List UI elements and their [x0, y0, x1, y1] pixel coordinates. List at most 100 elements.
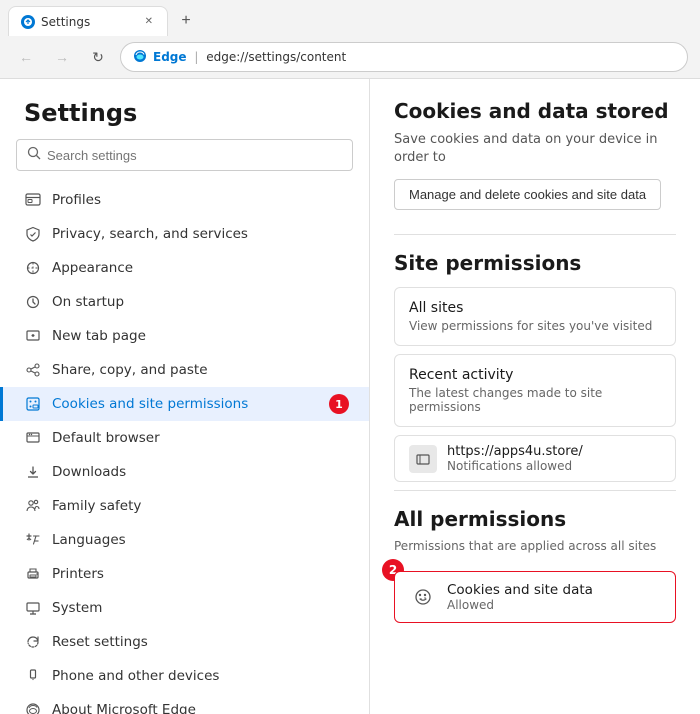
badge-1: 1	[329, 394, 349, 414]
sidebar-label-profiles: Profiles	[52, 192, 101, 208]
edge-logo-icon	[133, 49, 147, 66]
reset-icon	[24, 633, 42, 651]
languages-icon	[24, 531, 42, 549]
address-suffix: /content	[296, 50, 346, 64]
sidebar-label-system: System	[52, 600, 102, 616]
cookies-section-title: Cookies and data stored	[394, 99, 676, 123]
recent-activity-desc: The latest changes made to site permissi…	[409, 386, 661, 414]
sidebar-label-reset: Reset settings	[52, 634, 148, 650]
sidebar-item-onstartup[interactable]: On startup	[0, 285, 369, 319]
sidebar-label-cookies: Cookies and site permissions	[52, 396, 248, 412]
sidebar-item-about[interactable]: About Microsoft Edge	[0, 693, 369, 714]
sidebar-label-languages: Languages	[52, 532, 126, 548]
site-favicon-icon	[409, 445, 437, 473]
all-permissions-desc: Permissions that are applied across all …	[394, 539, 676, 553]
cookies-icon	[24, 395, 42, 413]
recent-activity-title: Recent activity	[409, 367, 661, 383]
sidebar-label-printers: Printers	[52, 566, 104, 582]
sidebar-item-family[interactable]: Family safety	[0, 489, 369, 523]
perm-title: Cookies and site data	[447, 582, 593, 598]
profiles-icon	[24, 191, 42, 209]
main-content: Cookies and data stored Save cookies and…	[370, 79, 700, 714]
family-icon	[24, 497, 42, 515]
share-icon	[24, 361, 42, 379]
browser-chrome: Settings ✕ + ← → ↻ Edge | edge://setting…	[0, 0, 700, 79]
recent-site-item[interactable]: https://apps4u.store/ Notifications allo…	[394, 435, 676, 482]
onstartup-icon	[24, 293, 42, 311]
sidebar-label-privacy: Privacy, search, and services	[52, 226, 248, 242]
cookies-data-icon	[409, 583, 437, 611]
sidebar-item-printers[interactable]: Printers	[0, 557, 369, 591]
sidebar-item-phone[interactable]: Phone and other devices	[0, 659, 369, 693]
sidebar-item-downloads[interactable]: Downloads	[0, 455, 369, 489]
sidebar-label-downloads: Downloads	[52, 464, 126, 480]
perm-item-wrapper: 2 Cookies and site data Allowed	[394, 571, 676, 631]
site-url: https://apps4u.store/	[447, 444, 583, 459]
tab-favicon	[21, 15, 35, 29]
forward-button[interactable]: →	[48, 43, 76, 71]
address-scheme: edge://	[206, 50, 248, 64]
nav-list: Profiles Privacy, search, and services A…	[0, 183, 369, 714]
sidebar-item-profiles[interactable]: Profiles	[0, 183, 369, 217]
search-input[interactable]	[47, 148, 342, 163]
sidebar-item-appearance[interactable]: Appearance	[0, 251, 369, 285]
sidebar-label-appearance: Appearance	[52, 260, 133, 276]
sidebar-item-cookies[interactable]: Cookies and site permissions 1	[0, 387, 369, 421]
about-icon	[24, 701, 42, 714]
new-tab-button[interactable]: +	[172, 7, 200, 35]
all-sites-desc: View permissions for sites you've visite…	[409, 319, 661, 333]
toolbar: ← → ↻ Edge | edge://settings/content	[0, 36, 700, 78]
sidebar-label-about: About Microsoft Edge	[52, 702, 196, 714]
site-item-info: https://apps4u.store/ Notifications allo…	[447, 444, 583, 473]
site-status: Notifications allowed	[447, 459, 583, 473]
appearance-icon	[24, 259, 42, 277]
address-path: settings	[248, 50, 296, 64]
sidebar-item-defaultbrowser[interactable]: Default browser	[0, 421, 369, 455]
tab-title: Settings	[41, 15, 137, 29]
all-permissions-section: All permissions Permissions that are app…	[394, 507, 676, 631]
privacy-icon	[24, 225, 42, 243]
sidebar-item-share[interactable]: Share, copy, and paste	[0, 353, 369, 387]
back-button[interactable]: ←	[12, 43, 40, 71]
defaultbrowser-icon	[24, 429, 42, 447]
phone-icon	[24, 667, 42, 685]
sidebar-item-privacy[interactable]: Privacy, search, and services	[0, 217, 369, 251]
sidebar-label-onstartup: On startup	[52, 294, 124, 310]
sidebar: Settings Profiles Privacy, search, and s…	[0, 79, 370, 714]
sidebar-title: Settings	[0, 79, 369, 139]
sidebar-label-newtabpage: New tab page	[52, 328, 146, 344]
cookies-site-data-item[interactable]: Cookies and site data Allowed	[394, 571, 676, 623]
address-bar[interactable]: Edge | edge://settings/content	[120, 42, 688, 72]
cookies-section-desc: Save cookies and data on your device in …	[394, 131, 676, 167]
address-sep: |	[194, 50, 198, 64]
tab-bar: Settings ✕ +	[0, 0, 700, 36]
sidebar-item-languages[interactable]: Languages	[0, 523, 369, 557]
site-permissions-title: Site permissions	[394, 251, 676, 275]
perm-status: Allowed	[447, 598, 593, 612]
tab-close-button[interactable]: ✕	[143, 14, 155, 29]
address-brand: Edge	[153, 50, 187, 64]
all-sites-title: All sites	[409, 300, 661, 316]
search-box[interactable]	[16, 139, 353, 171]
sidebar-label-family: Family safety	[52, 498, 141, 514]
refresh-button[interactable]: ↻	[84, 43, 112, 71]
printers-icon	[24, 565, 42, 583]
address-text: Edge | edge://settings/content	[153, 50, 675, 64]
perm-item-info: Cookies and site data Allowed	[447, 582, 593, 612]
app-body: Settings Profiles Privacy, search, and s…	[0, 79, 700, 714]
section-divider-1	[394, 234, 676, 235]
sidebar-item-system[interactable]: System	[0, 591, 369, 625]
sidebar-item-newtabpage[interactable]: New tab page	[0, 319, 369, 353]
sidebar-item-reset[interactable]: Reset settings	[0, 625, 369, 659]
search-icon	[27, 146, 41, 164]
system-icon	[24, 599, 42, 617]
browser-tab[interactable]: Settings ✕	[8, 6, 168, 36]
recent-activity-card[interactable]: Recent activity The latest changes made …	[394, 354, 676, 427]
sidebar-label-phone: Phone and other devices	[52, 668, 219, 684]
all-sites-card[interactable]: All sites View permissions for sites you…	[394, 287, 676, 346]
downloads-icon	[24, 463, 42, 481]
all-permissions-title: All permissions	[394, 507, 676, 531]
manage-cookies-button[interactable]: Manage and delete cookies and site data	[394, 179, 661, 210]
sidebar-label-defaultbrowser: Default browser	[52, 430, 160, 446]
newtabpage-icon	[24, 327, 42, 345]
